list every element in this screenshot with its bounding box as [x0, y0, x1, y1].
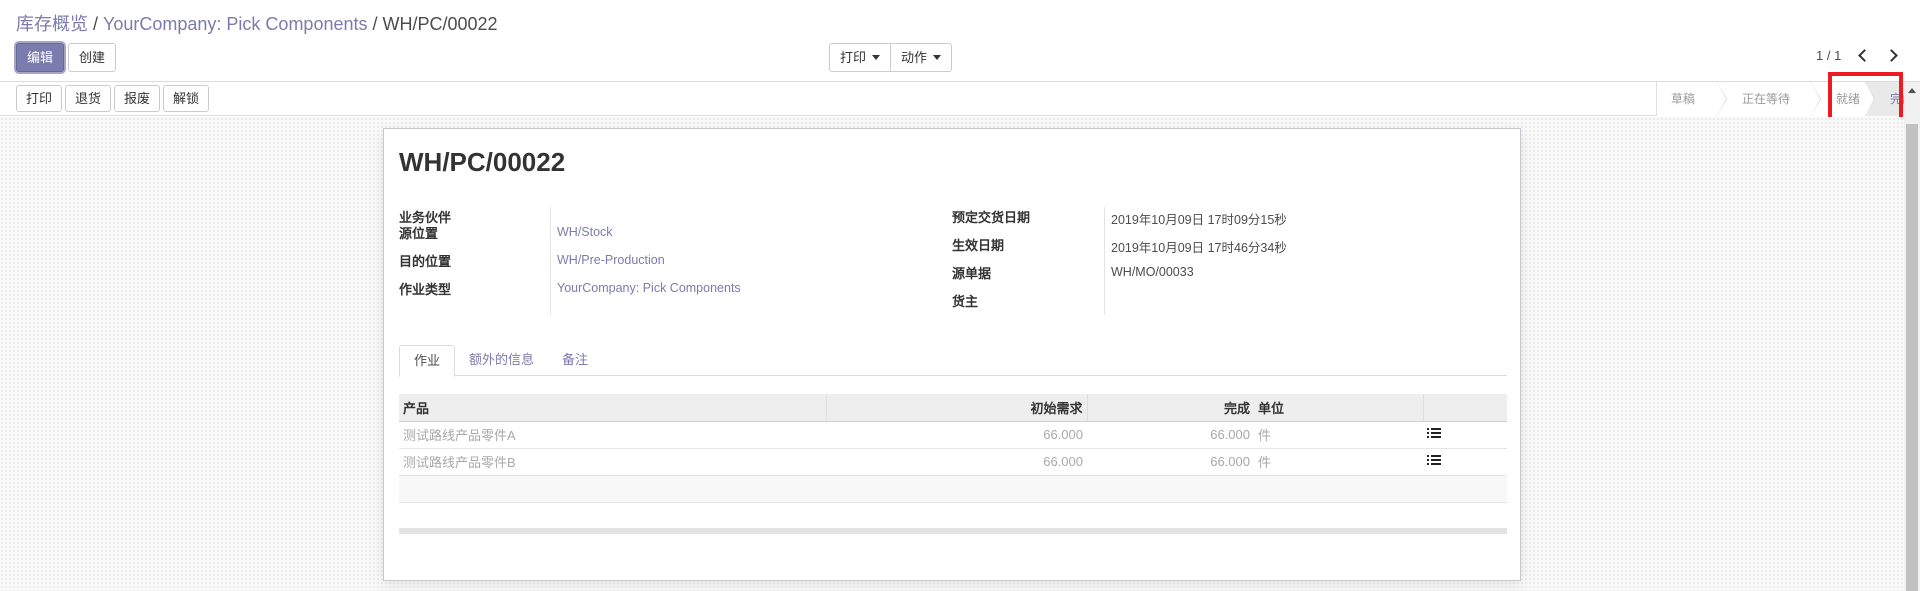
tab-notes[interactable]: 备注 — [548, 345, 602, 376]
field-scheduled-date: 预定交货日期 2019年10月09日 17时09分15秒 — [952, 207, 1492, 227]
column-header-product[interactable]: 产品 — [399, 394, 827, 422]
field-label: 货主 — [952, 294, 979, 309]
breadcrumb-separator: / — [372, 14, 378, 34]
field-label: 生效日期 — [952, 238, 1005, 253]
row-actions-cell — [1423, 421, 1507, 449]
scroll-up-arrow-icon[interactable] — [1908, 88, 1916, 93]
field-divider — [550, 207, 551, 315]
column-header-done[interactable]: 完成 — [1087, 394, 1254, 422]
form-sheet: WH/PC/00022 业务伙伴 源位置 WH/Stock 目的位置 WH/Pr… — [383, 128, 1521, 581]
field-group-right: 预定交货日期 2019年10月09日 17时09分15秒 生效日期 2019年1… — [952, 207, 1492, 319]
field-owner: 货主 — [952, 291, 1492, 311]
status-stages: 草稿 正在等待 就绪 完成 — [1656, 82, 1920, 116]
breadcrumb-current: WH/PC/00022 — [382, 14, 498, 34]
source-location-link[interactable]: WH/Stock — [557, 225, 613, 239]
product-cell: 测试路线产品零件B — [399, 448, 826, 476]
table-row[interactable]: 测试路线产品零件A 66.000 66.000 件 — [399, 421, 1507, 449]
caret-down-icon — [933, 55, 942, 60]
control-panel: 库存概览 / YourCompany: Pick Components / WH/PC/… — [0, 0, 1920, 82]
chevron-right-icon[interactable] — [1885, 47, 1901, 63]
field-label: 源位置 — [399, 226, 439, 241]
vertical-scrollbar[interactable] — [1904, 82, 1920, 591]
table-footer — [399, 528, 1507, 534]
destination-location-link[interactable]: WH/Pre-Production — [557, 253, 665, 267]
list-icon[interactable] — [1427, 455, 1441, 466]
field-partner: 业务伙伴 — [399, 207, 919, 225]
stage-waiting[interactable]: 正在等待 — [1717, 82, 1821, 116]
statusbar: 打印 退货 报废 解锁 草稿 正在等待 就绪 完成 — [0, 82, 1920, 116]
action-dropdown[interactable]: 动作 — [891, 43, 953, 72]
stage-draft[interactable]: 草稿 — [1656, 82, 1727, 116]
field-source-location: 源位置 WH/Stock — [399, 223, 919, 243]
empty-cell — [1087, 475, 1254, 503]
empty-cell — [399, 475, 826, 503]
field-divider — [1104, 207, 1105, 315]
scheduled-date-value: 2019年10月09日 17时09分15秒 — [1111, 213, 1287, 227]
scrap-button[interactable]: 报废 — [114, 85, 161, 112]
column-header-actions — [1423, 394, 1507, 422]
print-dropdown-label: 打印 — [840, 49, 867, 65]
field-label: 源单据 — [952, 266, 992, 281]
caret-down-icon — [872, 55, 881, 60]
operations-table: 产品 初始需求 完成 单位 测试路线产品零件A 66.000 66.000 件 — [399, 394, 1507, 503]
empty-cell — [826, 475, 1087, 503]
edit-button[interactable]: 编辑 — [16, 43, 65, 72]
done-cell: 66.000 — [1087, 421, 1254, 449]
field-label: 作业类型 — [399, 282, 452, 297]
breadcrumb: 库存概览 / YourCompany: Pick Components / WH/PC/… — [16, 10, 498, 36]
scrollbar-thumb[interactable] — [1906, 124, 1918, 591]
breadcrumb-separator: / — [93, 14, 99, 34]
table-header-row: 产品 初始需求 完成 单位 — [399, 394, 1507, 422]
list-icon[interactable] — [1427, 428, 1441, 439]
table-empty-row — [399, 475, 1507, 503]
field-label: 预定交货日期 — [952, 210, 1031, 225]
unit-cell: 件 — [1254, 448, 1423, 476]
pager: 1 / 1 — [1816, 47, 1901, 63]
effective-date-value: 2019年10月09日 17时46分34秒 — [1111, 241, 1287, 255]
column-header-initial-demand[interactable]: 初始需求 — [826, 394, 1088, 422]
print-dropdown[interactable]: 打印 — [829, 43, 892, 72]
create-button[interactable]: 创建 — [68, 43, 117, 72]
breadcrumb-pick-components[interactable]: YourCompany: Pick Components — [103, 14, 367, 34]
table-row[interactable]: 测试路线产品零件B 66.000 66.000 件 — [399, 448, 1507, 476]
field-label: 目的位置 — [399, 254, 452, 269]
tab-operations[interactable]: 作业 — [399, 345, 456, 377]
operation-type-link[interactable]: YourCompany: Pick Components — [557, 281, 741, 295]
field-operation-type: 作业类型 YourCompany: Pick Components — [399, 279, 919, 299]
empty-cell — [1254, 475, 1423, 503]
unit-cell: 件 — [1254, 421, 1423, 449]
field-destination-location: 目的位置 WH/Pre-Production — [399, 251, 919, 271]
breadcrumb-inventory-overview[interactable]: 库存概览 — [16, 14, 88, 34]
field-effective-date: 生效日期 2019年10月09日 17时46分34秒 — [952, 235, 1492, 255]
chevron-left-icon[interactable] — [1855, 47, 1871, 63]
action-buttons: 打印 退货 报废 解锁 — [16, 85, 210, 112]
field-group-left: 业务伙伴 源位置 WH/Stock 目的位置 WH/Pre-Production… — [399, 207, 919, 307]
action-dropdown-label: 动作 — [901, 49, 928, 65]
column-header-unit[interactable]: 单位 — [1254, 394, 1424, 422]
product-cell: 测试路线产品零件A — [399, 421, 826, 449]
row-actions-cell — [1423, 448, 1507, 476]
sidebar-dropdowns: 打印 动作 — [829, 43, 953, 72]
unlock-button[interactable]: 解锁 — [163, 85, 210, 112]
tab-additional-info[interactable]: 额外的信息 — [455, 345, 548, 376]
notebook-tabs: 作业 额外的信息 备注 — [399, 345, 1507, 377]
initial-demand-cell: 66.000 — [826, 448, 1087, 476]
print-button[interactable]: 打印 — [16, 85, 63, 112]
field-source-document: 源单据 WH/MO/00033 — [952, 263, 1492, 283]
record-title: WH/PC/00022 — [399, 147, 566, 177]
source-document-value: WH/MO/00033 — [1111, 265, 1194, 279]
done-cell: 66.000 — [1087, 448, 1254, 476]
initial-demand-cell: 66.000 — [826, 421, 1087, 449]
empty-cell — [1423, 475, 1507, 503]
return-button[interactable]: 退货 — [65, 85, 112, 112]
pager-value[interactable]: 1 / 1 — [1816, 48, 1841, 63]
